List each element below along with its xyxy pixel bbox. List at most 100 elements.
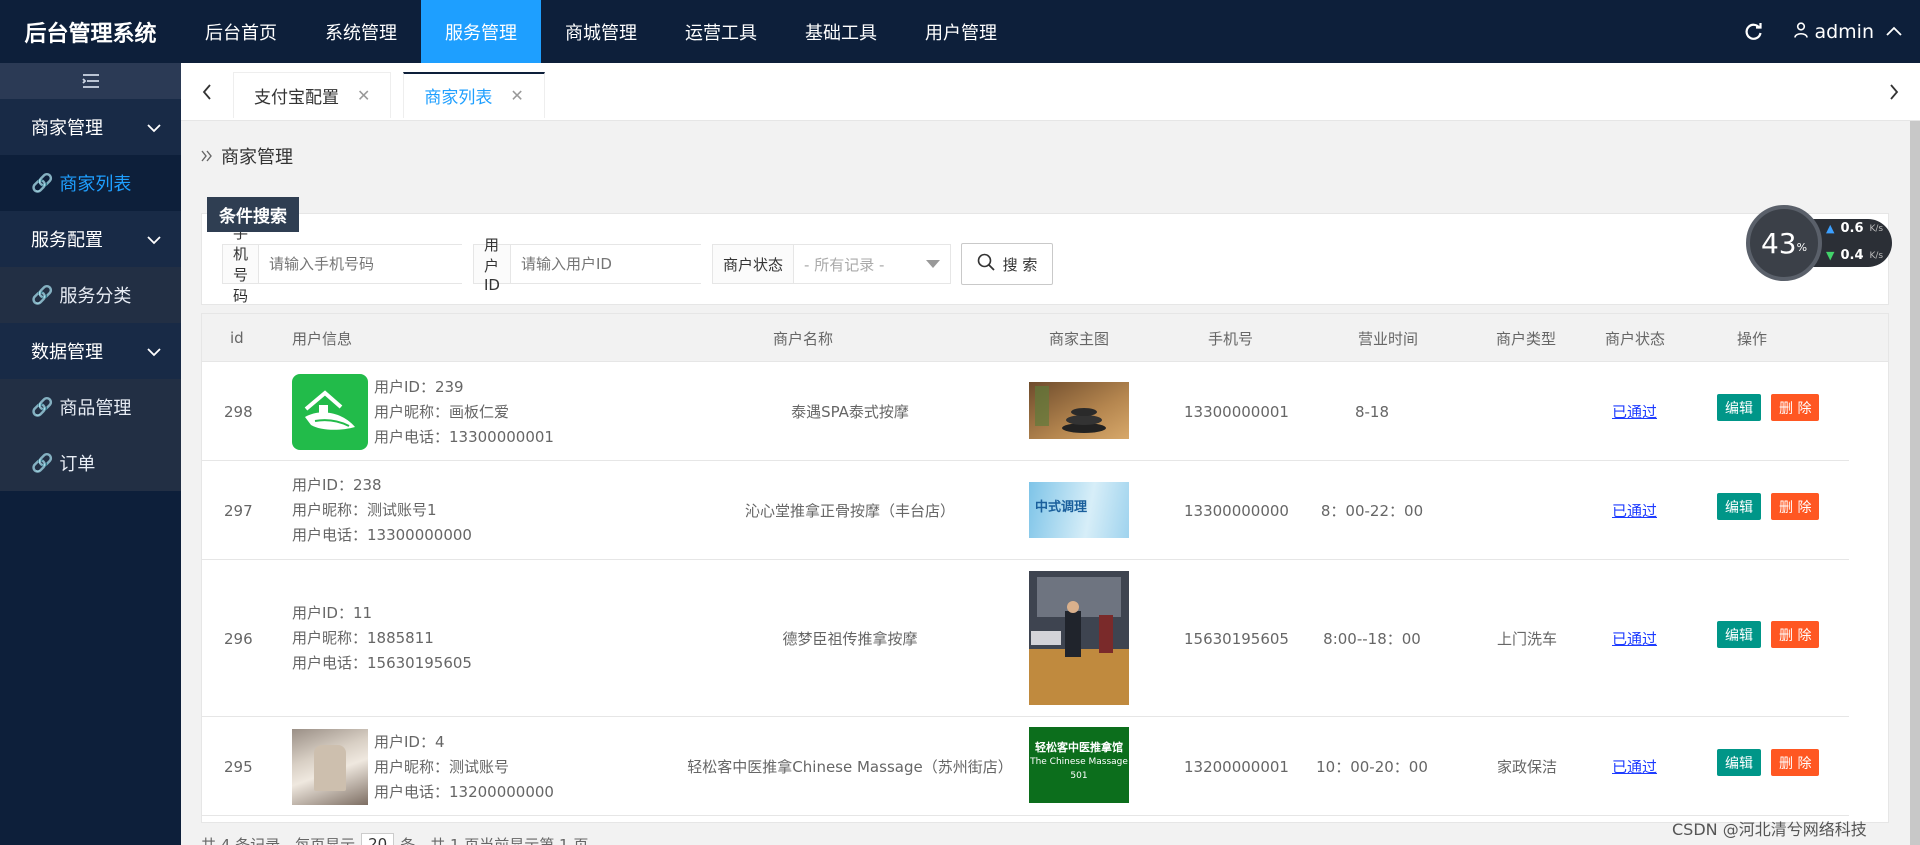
- breadcrumb-label: 商家管理: [221, 147, 293, 168]
- sidebar-item-service-category[interactable]: 🔗 服务分类: [0, 267, 181, 323]
- search-icon: [977, 253, 995, 275]
- chevron-right-icon[interactable]: [1868, 63, 1920, 121]
- arrow-up-icon: ▲: [1826, 222, 1835, 235]
- sidebar-item-label: 商家列表: [59, 174, 132, 195]
- user-phone-text: 用户电话：13300000000: [292, 526, 472, 544]
- user-id-label: 用户ID: [474, 236, 511, 294]
- cell-hours: 8：00-22：00: [1320, 502, 1424, 520]
- status-field[interactable]: 商户状态 - 所有记录 -: [712, 244, 951, 284]
- table-row: 296 用户ID：11 用户昵称：1885811 用户电话：1563019560…: [202, 560, 1849, 717]
- table-row: 298 用户ID：239 用户昵称：画板仁爱 用户电话：13300000001 …: [202, 362, 1849, 461]
- user-phone-text: 用户电话：13200000000: [374, 782, 554, 801]
- sidebar-group-label: 数据管理: [31, 342, 103, 363]
- sidebar-item-label: 订单: [59, 454, 96, 475]
- th-phone: 手机号: [1208, 330, 1254, 348]
- usage-percent: 43: [1760, 226, 1797, 260]
- topnav-basic-tools[interactable]: 基础工具: [781, 0, 901, 63]
- tab-merchant-list[interactable]: 商家列表 ✕: [403, 71, 545, 118]
- cell-type: 家政保洁: [1496, 758, 1557, 776]
- network-speed-widget[interactable]: ▲ 0.6 K/s ▼ 0.4 K/s 43%: [1746, 205, 1894, 281]
- phone-input[interactable]: [259, 245, 474, 283]
- status-link[interactable]: 已通过: [1612, 401, 1657, 422]
- link-icon: 🔗: [31, 284, 54, 306]
- table-row: 295 用户ID：4 用户昵称：测试账号 用户电话：13200000000 轻松…: [202, 717, 1849, 816]
- delete-button[interactable]: 删 除: [1771, 394, 1820, 421]
- sidebar-group-data[interactable]: 数据管理: [0, 323, 181, 379]
- arrow-down-icon: ▼: [1826, 249, 1835, 262]
- scrollbar[interactable]: [1910, 121, 1920, 845]
- status-link[interactable]: 已通过: [1612, 756, 1657, 777]
- row-actions: 编辑 删 除: [1717, 394, 1820, 421]
- delete-button[interactable]: 删 除: [1771, 493, 1820, 520]
- status-select[interactable]: - 所有记录 -: [794, 245, 926, 283]
- download-value: 0.4: [1840, 248, 1864, 263]
- upload-speed: ▲ 0.6 K/s: [1826, 221, 1883, 236]
- sidebar-item-merchant-list[interactable]: 🔗 商家列表: [0, 155, 181, 211]
- page-size-select[interactable]: 20: [361, 833, 395, 845]
- menu-fold-icon[interactable]: [0, 63, 181, 99]
- edit-button[interactable]: 编辑: [1717, 394, 1761, 421]
- upload-value: 0.6: [1840, 221, 1864, 236]
- user-id-text: 用户ID：239: [374, 377, 464, 396]
- refresh-icon[interactable]: [1724, 22, 1784, 42]
- edit-button[interactable]: 编辑: [1717, 621, 1761, 648]
- topnav-service[interactable]: 服务管理: [421, 0, 541, 63]
- sidebar-group-label: 商家管理: [31, 118, 103, 139]
- username: admin: [1814, 20, 1874, 43]
- row-actions: 编辑 删 除: [1717, 749, 1820, 776]
- user-nickname-text: 用户昵称：1885811: [292, 629, 434, 647]
- user-icon: [1794, 21, 1809, 43]
- link-icon: 🔗: [31, 396, 54, 418]
- topnav-users[interactable]: 用户管理: [901, 0, 1021, 63]
- merchant-table: id 用户信息 商户名称 商家主图 手机号 营业时间 商户类型 商户状态 操作 …: [201, 313, 1889, 823]
- cell-hours: 8:00--18：00: [1323, 630, 1421, 648]
- sidebar-group-label: 服务配置: [31, 230, 103, 251]
- topnav-system[interactable]: 系统管理: [301, 0, 421, 63]
- sidebar: 商家管理 🔗 商家列表 服务配置 🔗 服务分类 数据管理 🔗 商品管理 🔗 订单: [0, 63, 181, 845]
- topnav-mall[interactable]: 商城管理: [541, 0, 661, 63]
- link-icon: 🔗: [31, 452, 54, 474]
- cell-merchant-name: 泰遇SPA泰式按摩: [791, 403, 909, 421]
- chevron-left-icon[interactable]: [181, 63, 233, 121]
- topnav-operation[interactable]: 运营工具: [661, 0, 781, 63]
- status-link[interactable]: 已通过: [1612, 500, 1657, 521]
- status-link[interactable]: 已通过: [1612, 628, 1657, 649]
- sidebar-item-goods[interactable]: 🔗 商品管理: [0, 379, 181, 435]
- th-type: 商户类型: [1496, 330, 1557, 348]
- search-button[interactable]: 搜 索: [961, 243, 1053, 285]
- row-actions: 编辑 删 除: [1717, 493, 1820, 520]
- user-id-text: 用户ID：11: [292, 604, 373, 622]
- user-id-text: 用户ID：4: [374, 732, 445, 751]
- cell-user-info: 用户ID：11 用户昵称：1885811 用户电话：15630195605: [292, 601, 472, 676]
- user-id-input[interactable]: [510, 245, 725, 283]
- merchant-image: 轻松客中医推拿馆 The Chinese Massage 501: [1029, 727, 1129, 803]
- edit-button[interactable]: 编辑: [1717, 493, 1761, 520]
- merchant-image: 中式调理: [1029, 482, 1129, 538]
- user-phone-text: 用户电话：13300000001: [374, 427, 554, 446]
- delete-button[interactable]: 删 除: [1771, 749, 1820, 776]
- speed-unit: K/s: [1869, 250, 1884, 261]
- user-menu[interactable]: admin: [1784, 21, 1920, 43]
- tab-alipay-config[interactable]: 支付宝配置 ✕: [233, 71, 392, 118]
- sidebar-group-merchant[interactable]: 商家管理: [0, 99, 181, 155]
- sidebar-group-service-config[interactable]: 服务配置: [0, 211, 181, 267]
- search-section-title: 条件搜索: [207, 197, 299, 232]
- merchant-image-text: 轻松客中医推拿馆: [1035, 741, 1123, 754]
- close-icon[interactable]: ✕: [357, 86, 370, 105]
- edit-button[interactable]: 编辑: [1717, 749, 1761, 776]
- link-icon: 🔗: [31, 172, 54, 194]
- phone-label: 手机号码: [223, 224, 260, 305]
- tab-label: 支付宝配置: [254, 87, 339, 108]
- top-header: 后台管理系统 后台首页 系统管理 服务管理 商城管理 运营工具 基础工具 用户管…: [0, 0, 1920, 63]
- close-icon[interactable]: ✕: [510, 86, 523, 105]
- phone-field: 手机号码: [222, 224, 474, 305]
- sidebar-item-label: 服务分类: [59, 286, 132, 307]
- main-content: 商家管理 条件搜索 手机号码 用户ID 商户状态 - 所有记录 - 搜 索 id: [181, 121, 1920, 845]
- sidebar-item-orders[interactable]: 🔗 订单: [0, 435, 181, 491]
- cell-id: 295: [224, 758, 253, 776]
- delete-button[interactable]: 删 除: [1771, 621, 1820, 648]
- user-id-field: 用户ID: [473, 236, 725, 294]
- caret-down-icon: [926, 245, 950, 283]
- topnav-home[interactable]: 后台首页: [181, 0, 301, 63]
- cell-type: 上门洗车: [1496, 630, 1557, 648]
